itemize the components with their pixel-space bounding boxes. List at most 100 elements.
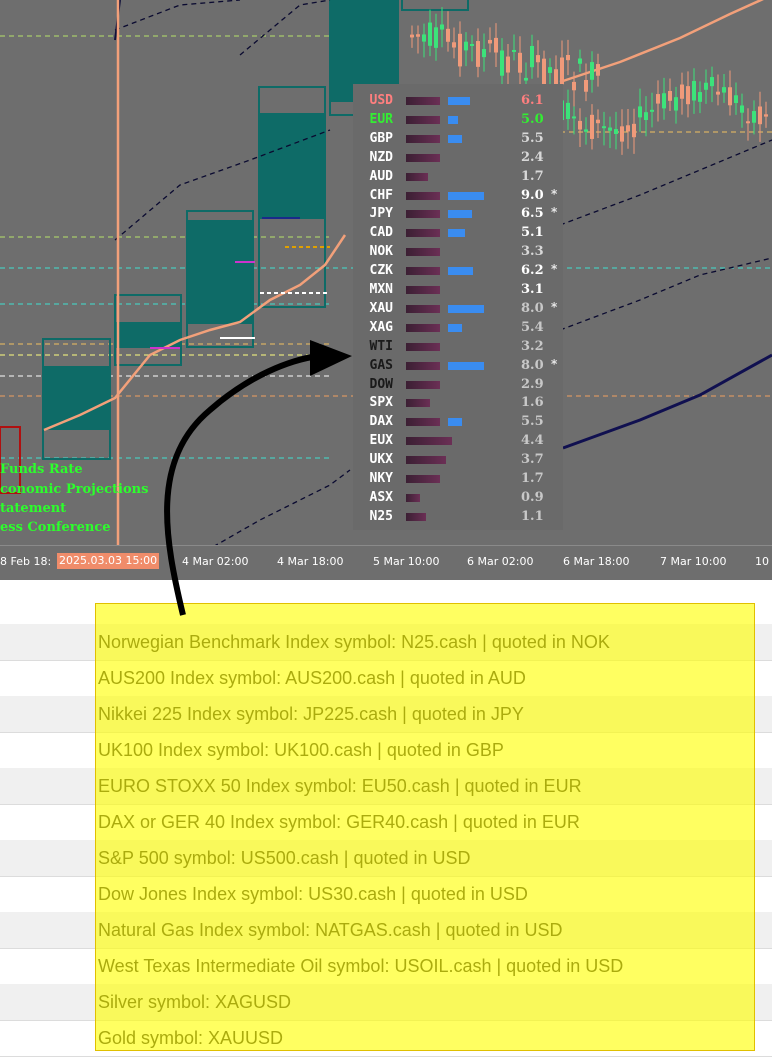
- strength-code: AUD: [369, 168, 393, 184]
- strength-row-nzd: NZD 2.4: [353, 149, 563, 167]
- symbol-description: Gold symbol: XAUUSD: [98, 1028, 284, 1048]
- time-label: 10: [755, 555, 769, 568]
- strength-bar-level: [448, 115, 458, 124]
- candle-body: [512, 49, 516, 52]
- event-label: ess Conference: [0, 520, 111, 535]
- strength-code: CAD: [369, 225, 393, 241]
- candle-body: [578, 120, 582, 130]
- candle-body: [668, 90, 672, 101]
- strength-row-gbp: GBP 5.5: [353, 130, 563, 148]
- strength-bar-level: [448, 323, 462, 332]
- symbol-description: UK100 Index symbol: UK100.cash | quoted …: [98, 740, 504, 760]
- list-item[interactable]: SelectedUK100 Index symbol: UK100.cash |…: [0, 732, 772, 769]
- strength-value: 5.1: [521, 225, 544, 241]
- strength-bar-base: [406, 475, 440, 483]
- strength-value: 5.4: [521, 319, 544, 335]
- strength-code: EUX: [369, 433, 393, 449]
- candle-body: [476, 41, 480, 67]
- strength-value: 8.0: [521, 300, 544, 316]
- strength-value: 6.2: [521, 263, 544, 279]
- candle-body: [704, 82, 708, 90]
- candle-body: [728, 87, 732, 106]
- list-item[interactable]: SelectedEURO STOXX 50 Index symbol: EU50…: [0, 768, 772, 805]
- candle-body: [530, 45, 534, 68]
- strength-code: CZK: [369, 263, 393, 279]
- strength-star: *: [551, 186, 558, 201]
- strength-row-cad: CAD 5.1: [353, 224, 563, 242]
- time-label: 6 Mar 02:00: [467, 555, 534, 568]
- candle-body: [410, 34, 414, 38]
- strength-value: 4.4: [521, 433, 544, 449]
- candle-body: [674, 97, 678, 111]
- strength-bar-base: [406, 512, 426, 521]
- candle-body: [578, 58, 582, 64]
- strength-row-xau: XAU 8.0 *: [353, 300, 563, 318]
- list-item[interactable]: SelectedSilver symbol: XAGUSD: [0, 984, 772, 1021]
- list-item[interactable]: SelectedDAX or GER 40 Index symbol: GER4…: [0, 804, 772, 841]
- candle-body: [524, 77, 528, 81]
- strength-row-nky: NKY 1.7: [353, 470, 563, 488]
- strength-bar-level: [448, 229, 465, 238]
- candle-body: [566, 54, 570, 61]
- candle-body: [506, 56, 510, 73]
- candle-body: [488, 39, 492, 44]
- strength-row-dow: DOW 2.9: [353, 376, 563, 394]
- strength-code: XAU: [369, 300, 393, 316]
- strength-code: XAG: [369, 319, 393, 335]
- list-item[interactable]: SelectedWest Texas Intermediate Oil symb…: [0, 948, 772, 985]
- strength-bar-base: [406, 399, 430, 408]
- symbol-description: Norwegian Benchmark Index symbol: N25.ca…: [98, 632, 610, 652]
- strength-value: 3.3: [521, 244, 544, 260]
- list-item[interactable]: SelectedAUS200 Index symbol: AUS200.cash…: [0, 660, 772, 697]
- strength-row-chf: CHF 9.0 *: [353, 187, 563, 205]
- strength-row-n25: N25 1.1: [353, 508, 563, 526]
- strength-value: 6.5: [521, 206, 544, 222]
- time-label: 7 Mar 10:00: [660, 555, 727, 568]
- strength-code: NOK: [369, 244, 393, 260]
- list-item[interactable]: SelectedNikkei 225 Index symbol: JP225.c…: [0, 696, 772, 733]
- strength-code: SPX: [369, 395, 393, 411]
- candle-body: [584, 79, 588, 92]
- strength-code: CHF: [369, 187, 393, 203]
- strength-code: GAS: [369, 357, 393, 373]
- candle-body: [686, 86, 690, 105]
- time-label: 4 Mar 02:00: [182, 555, 249, 568]
- candle-body: [602, 126, 606, 129]
- strength-code: UKX: [369, 452, 393, 468]
- candle-body: [584, 129, 588, 132]
- list-item[interactable]: SelectedS&P 500 symbol: US500.cash | quo…: [0, 840, 772, 877]
- list-item[interactable]: SelectedDow Jones Index symbol: US30.cas…: [0, 876, 772, 913]
- candle-body: [452, 42, 456, 48]
- candle-body: [590, 62, 594, 80]
- symbol-description: West Texas Intermediate Oil symbol: USOI…: [98, 956, 624, 976]
- list-item[interactable]: SelectedNatural Gas Index symbol: NATGAS…: [0, 912, 772, 949]
- candle-body: [752, 111, 756, 123]
- strength-value: 2.4: [521, 149, 544, 165]
- strength-code: MXN: [369, 282, 393, 297]
- candle-body: [638, 106, 642, 118]
- list-item[interactable]: SelectedGold symbol: XAUUSD: [0, 1020, 772, 1057]
- strength-bar-base: [406, 248, 440, 257]
- strength-star: *: [551, 299, 558, 314]
- strength-bar-level: [448, 191, 484, 200]
- candle-body: [440, 24, 444, 30]
- strength-row-mxn: MXN 3.1: [353, 281, 563, 299]
- time-label: 4 Mar 18:00: [277, 555, 344, 568]
- strength-bar-level: [448, 418, 462, 427]
- strength-bar-base: [406, 191, 440, 200]
- symbol-list[interactable]: SelectedNorwegian Benchmark Index symbol…: [0, 580, 772, 1061]
- strength-bar-base: [406, 153, 440, 162]
- candle-body: [698, 92, 702, 102]
- strength-row-nok: NOK 3.3: [353, 243, 563, 261]
- symbol-description: Dow Jones Index symbol: US30.cash | quot…: [98, 884, 528, 904]
- strength-bar-level: [448, 210, 472, 219]
- candle-body: [572, 116, 576, 119]
- candle-body: [740, 105, 744, 113]
- symbol-description: AUS200 Index symbol: AUS200.cash | quote…: [98, 668, 526, 688]
- list-item[interactable]: SelectedNorwegian Benchmark Index symbol…: [0, 624, 772, 661]
- candle-body: [518, 52, 522, 73]
- strength-bar-base: [406, 304, 440, 313]
- price-chart[interactable]: Funds Rate conomic Projections tatement ess…: [0, 0, 772, 580]
- strength-value: 5.0: [521, 111, 544, 127]
- strength-bar-base: [406, 134, 440, 143]
